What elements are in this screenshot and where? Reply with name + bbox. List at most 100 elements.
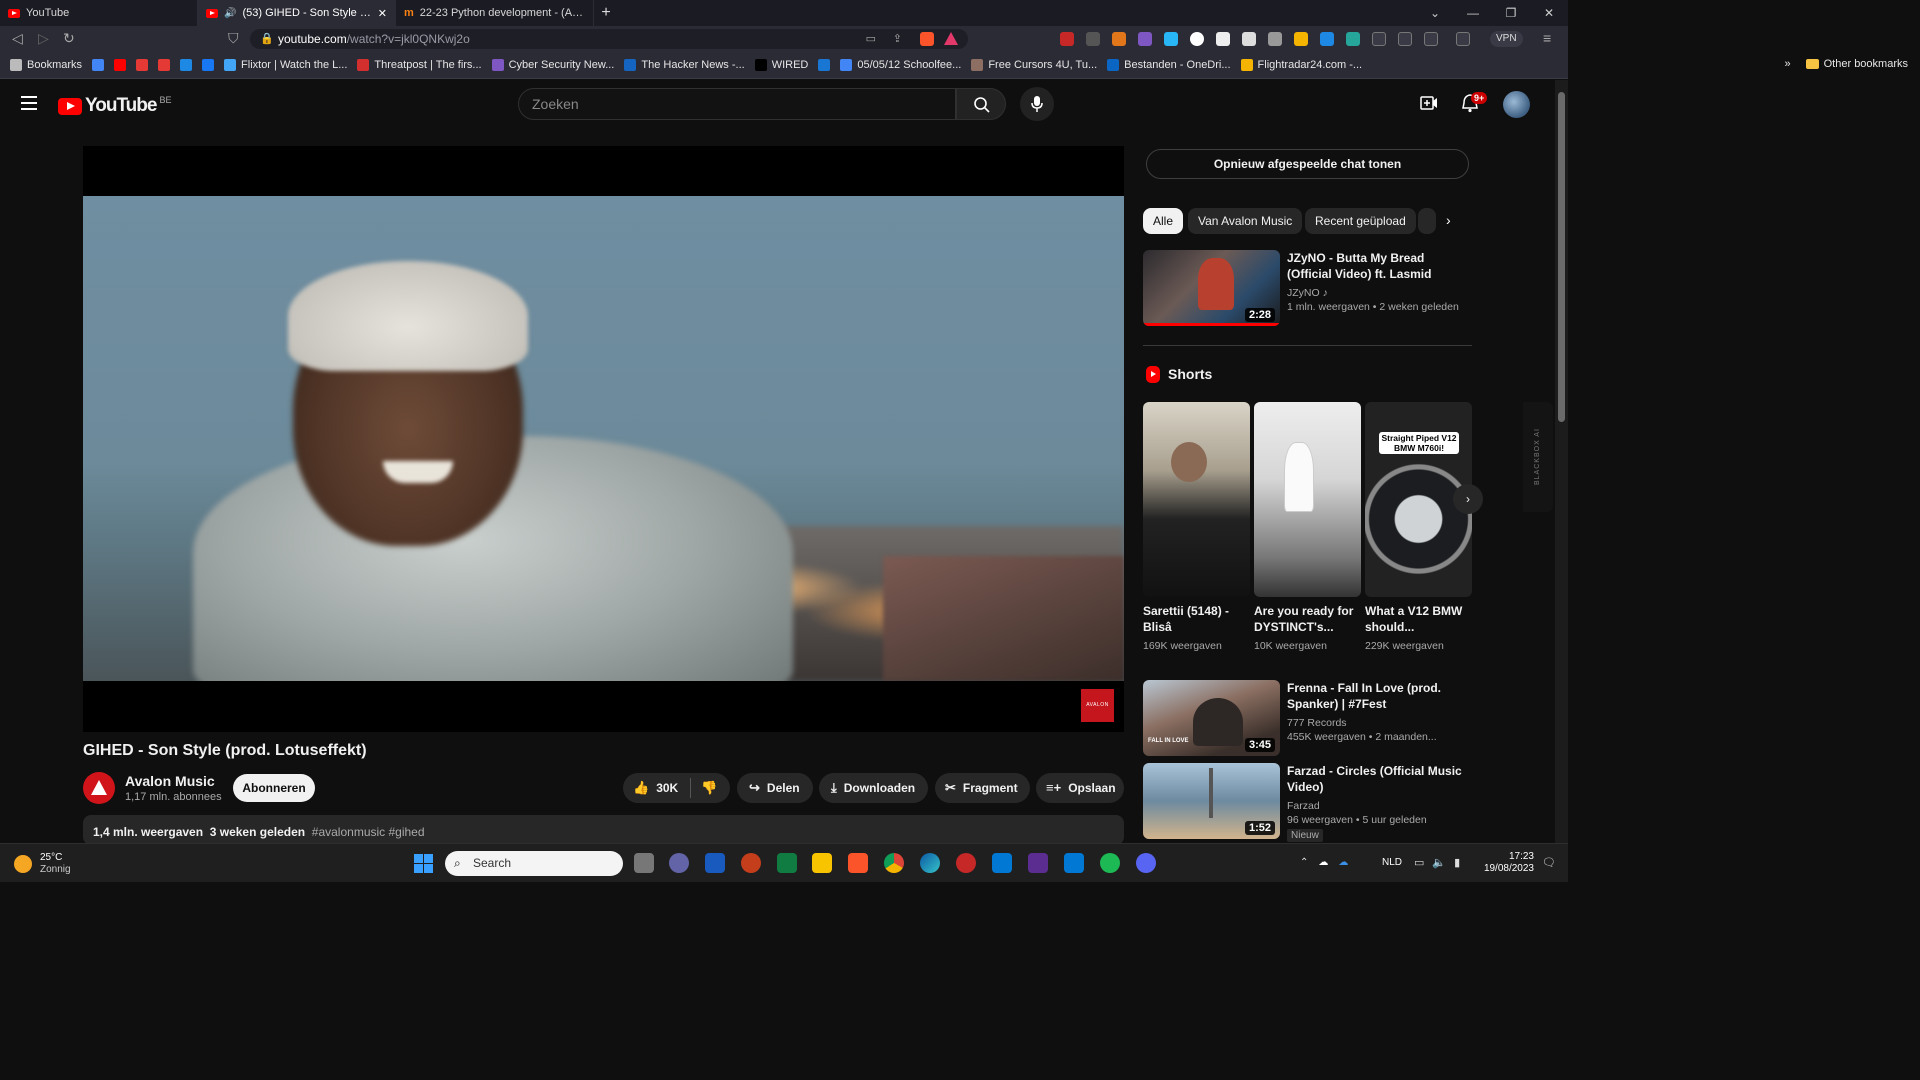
onedrive-business-icon[interactable]: ☁	[1338, 857, 1348, 868]
short-title[interactable]: Are you ready for DYSTINCT's...	[1254, 603, 1358, 635]
hashtags[interactable]: #avalonmusic #gihed	[312, 825, 425, 839]
taskbar-search[interactable]: ⌕ Search	[445, 851, 623, 876]
forward-icon[interactable]: ▷	[38, 30, 49, 47]
chip-partial[interactable]	[1418, 208, 1436, 234]
teams-icon[interactable]	[669, 853, 689, 873]
tray-status-icons[interactable]: ▭ 🔈 ▮	[1414, 856, 1460, 869]
bookmark-item[interactable]	[136, 59, 149, 71]
chips-next-chevron-icon[interactable]: ›	[1446, 212, 1451, 228]
bookmark-item[interactable]	[114, 59, 127, 71]
blackbox-ai-tab[interactable]: BLACKBOX AI	[1523, 402, 1553, 512]
youtube-logo[interactable]: YouTube BE	[58, 95, 171, 117]
extension-cloud-icon[interactable]	[1138, 32, 1152, 46]
short-thumbnail[interactable]	[1143, 402, 1250, 597]
extension-edit-icon[interactable]	[1320, 32, 1334, 46]
hamburger-menu-icon[interactable]	[21, 96, 37, 110]
extension-shield-icon[interactable]	[1242, 32, 1256, 46]
chip-recently-uploaded[interactable]: Recent geüpload	[1305, 208, 1416, 234]
onedrive-icon[interactable]: ☁	[1318, 857, 1328, 868]
bookmark-item[interactable]: The Hacker News -...	[624, 59, 745, 71]
chrome-icon[interactable]	[884, 853, 904, 873]
shorts-next-chevron-icon[interactable]: ›	[1453, 484, 1483, 514]
bookmark-item[interactable]	[202, 59, 215, 71]
channel-avatar[interactable]	[83, 772, 115, 804]
bookmark-item[interactable]: Bookmarks	[10, 59, 82, 71]
brave-browser-icon[interactable]	[848, 853, 868, 873]
chip-all[interactable]: Alle	[1143, 208, 1184, 234]
share-icon[interactable]: ⇪	[893, 29, 902, 49]
thumbs-down-icon[interactable]: 👎	[701, 773, 717, 803]
metamask-icon[interactable]	[1112, 32, 1126, 46]
page-scrollbar[interactable]	[1555, 80, 1568, 843]
bookmark-item[interactable]	[818, 59, 831, 71]
edge-icon[interactable]	[920, 853, 940, 873]
extension-bird-icon[interactable]	[1164, 32, 1178, 46]
windows-start-icon[interactable]	[414, 854, 433, 873]
browser-tab-youtube[interactable]: YouTube	[0, 0, 198, 26]
share-button[interactable]: ↪ Delen	[737, 773, 813, 803]
spotify-icon[interactable]	[1100, 853, 1120, 873]
video-player[interactable]: AVALON	[83, 146, 1124, 732]
chat-replay-button[interactable]: Opnieuw afgespeelde chat tonen	[1146, 149, 1469, 179]
short-title[interactable]: What a V12 BMW should...	[1365, 603, 1469, 635]
video-thumbnail[interactable]: FALL IN LOVE 3:45	[1143, 680, 1280, 756]
word-icon[interactable]	[705, 853, 725, 873]
voice-search-button[interactable]	[1020, 87, 1054, 121]
download-button[interactable]: ⤓ Downloaden	[819, 773, 928, 803]
bookmark-item[interactable]: Free Cursors 4U, Tu...	[971, 59, 1097, 71]
video-thumbnail[interactable]: 2:28	[1143, 250, 1280, 326]
sidebar-icon[interactable]	[1424, 32, 1438, 46]
brave-shields-icon[interactable]	[920, 32, 934, 46]
file-explorer-icon[interactable]	[812, 853, 832, 873]
vscode-icon[interactable]	[992, 853, 1012, 873]
chip-from-channel[interactable]: Van Avalon Music	[1188, 208, 1303, 234]
media-icon[interactable]	[1398, 32, 1412, 46]
channel-watermark[interactable]: AVALON	[1081, 689, 1114, 722]
excel-icon[interactable]	[777, 853, 797, 873]
brave-rewards-icon[interactable]	[944, 32, 958, 45]
description-box[interactable]: 1,4 mln. weergaven 3 weken geleden #aval…	[83, 815, 1124, 845]
reload-icon[interactable]: ↻	[63, 30, 75, 47]
other-bookmarks[interactable]: » Other bookmarks	[1785, 58, 1909, 70]
video-title[interactable]: Farzad - Circles (Official Music Video)	[1287, 763, 1462, 795]
wallet-icon[interactable]	[1456, 32, 1470, 46]
extension-circle-icon[interactable]	[1190, 32, 1204, 46]
channel-name[interactable]: Avalon Music	[125, 773, 215, 789]
create-video-icon[interactable]	[1420, 95, 1438, 111]
weather-widget[interactable]: 25°C Zonnig	[14, 852, 71, 876]
tray-chevron-icon[interactable]: ⌃	[1300, 857, 1308, 868]
bookmark-item[interactable]: Threatpost | The firs...	[357, 59, 482, 71]
minimize-button[interactable]: —	[1454, 0, 1492, 26]
system-clock[interactable]: 17:23 19/08/2023	[1484, 851, 1534, 875]
bookmark-item[interactable]	[180, 59, 193, 71]
search-input[interactable]: Zoeken	[518, 88, 956, 120]
like-button[interactable]: 👍 30K	[633, 773, 678, 803]
video-title[interactable]: JZyNO - Butta My Bread (Official Video) …	[1287, 250, 1462, 282]
video-thumbnail[interactable]: 1:52	[1143, 763, 1280, 839]
close-tab-icon[interactable]: ✕	[378, 7, 387, 20]
close-window-button[interactable]: ✕	[1530, 0, 1568, 26]
notification-center-icon[interactable]: 🗨	[1542, 856, 1556, 869]
powerpoint-icon[interactable]	[741, 853, 761, 873]
bookmark-item[interactable]: Cyber Security New...	[491, 59, 614, 71]
bookmark-icon[interactable]: ⛉	[228, 30, 239, 47]
search-button[interactable]	[956, 88, 1006, 120]
overflow-chevron-icon[interactable]: »	[1785, 58, 1791, 70]
short-title[interactable]: Sarettii (5148) - Blisâ	[1143, 603, 1247, 635]
bookmark-item[interactable]	[158, 59, 171, 71]
channel-name[interactable]: Farzad	[1287, 799, 1320, 814]
bookmark-item[interactable]: 05/05/12 Schoolfee...	[840, 59, 961, 71]
browser-tab-active-video[interactable]: 🔊 (53) GIHED - Son Style (prod. L ✕	[198, 0, 396, 26]
visual-studio-icon[interactable]	[1028, 853, 1048, 873]
bookmark-item[interactable]: WIRED	[754, 59, 808, 71]
account-avatar[interactable]	[1503, 91, 1530, 118]
subscribe-button[interactable]: Abonneren	[233, 774, 315, 802]
extension-grid-icon[interactable]	[1268, 32, 1282, 46]
video-title[interactable]: Frenna - Fall In Love (prod. Spanker) | …	[1287, 680, 1462, 712]
vpn-button[interactable]: VPN	[1490, 31, 1523, 47]
extension-dots-icon[interactable]	[1294, 32, 1308, 46]
extension-c-icon[interactable]	[1086, 32, 1100, 46]
extension-globe-icon[interactable]	[1346, 32, 1360, 46]
new-tab-button[interactable]: +	[594, 4, 618, 22]
menu-icon[interactable]: ≡	[1543, 30, 1551, 46]
